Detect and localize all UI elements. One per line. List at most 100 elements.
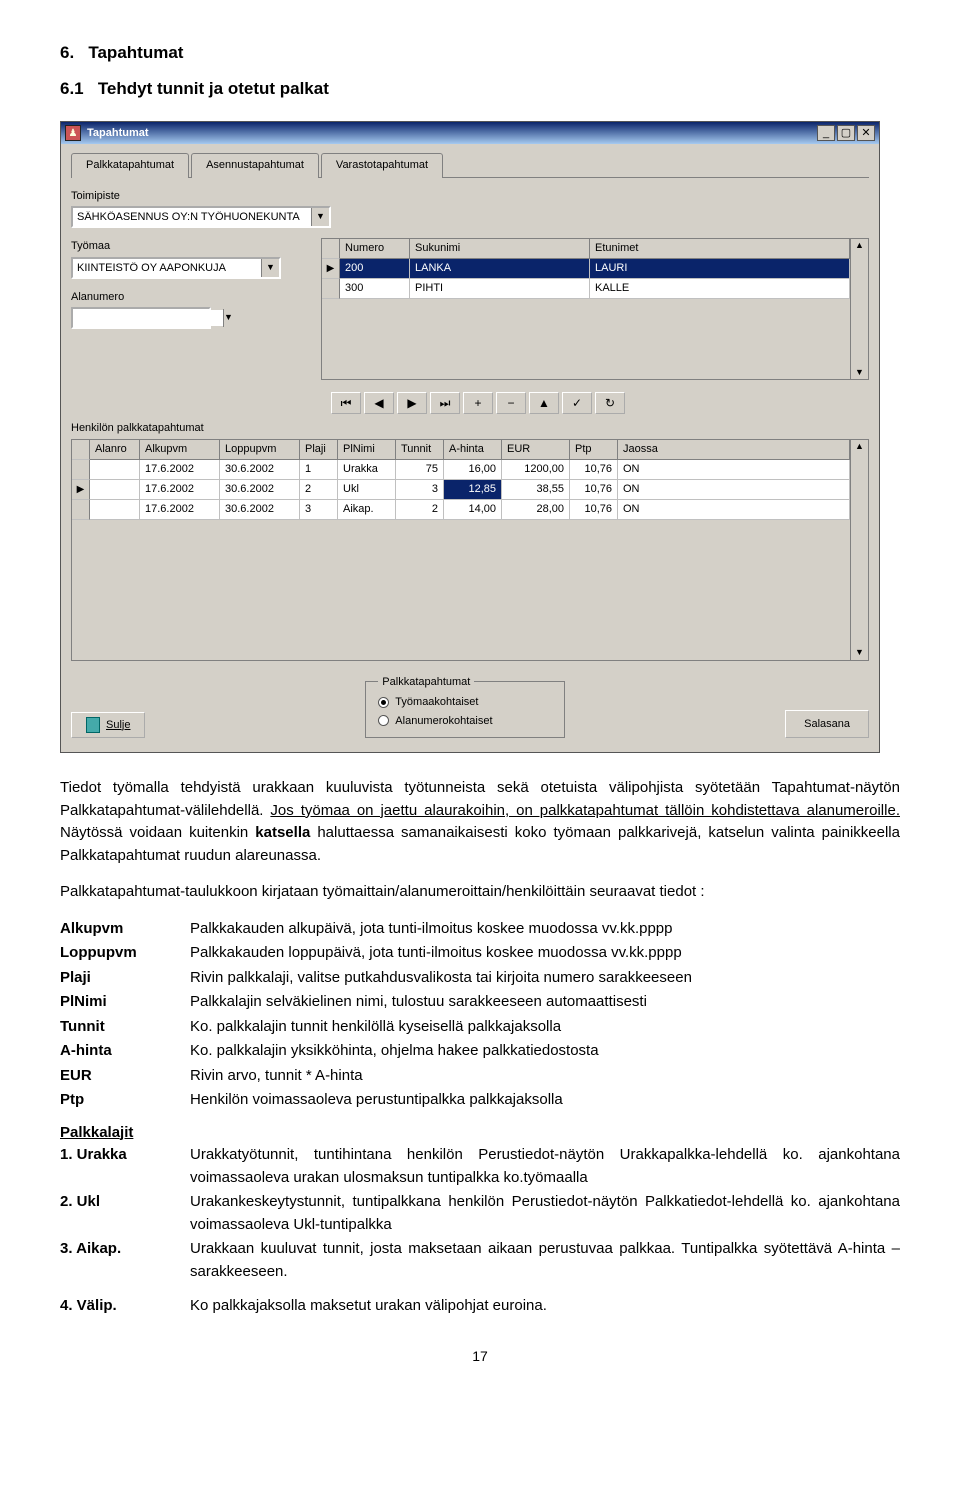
nav-last[interactable]: ⏭ xyxy=(430,392,460,414)
nav-add[interactable]: + xyxy=(463,392,493,414)
col-ahinta[interactable]: A-hinta xyxy=(444,440,502,460)
def-desc: Palkkakauden alkupäivä, jota tunti-ilmoi… xyxy=(190,918,900,941)
close-button[interactable]: ✕ xyxy=(857,125,875,141)
def-term: A-hinta xyxy=(60,1040,190,1063)
nav-confirm[interactable]: ✓ xyxy=(562,392,592,414)
def-term: Plaji xyxy=(60,967,190,990)
def-desc: Urakkaan kuuluvat tunnit, josta maksetaa… xyxy=(190,1238,900,1283)
paragraph-1: Tiedot työmalla tehdyistä urakkaan kuulu… xyxy=(60,777,900,867)
tab-asennustapahtumat[interactable]: Asennustapahtumat xyxy=(191,153,319,178)
tyomaa-label: Työmaa xyxy=(71,238,311,255)
col-plnimi[interactable]: PlNimi xyxy=(338,440,396,460)
col-eur[interactable]: EUR xyxy=(502,440,570,460)
toimipiste-label: Toimipiste xyxy=(71,188,869,205)
palkkalaji-row: 2. UklUrakankeskeytystunnit, tuntipalkka… xyxy=(60,1191,900,1236)
palkkalaji-row: 3. Aikap.Urakkaan kuuluvat tunnit, josta… xyxy=(60,1238,900,1283)
col-alanro[interactable]: Alanro xyxy=(90,440,140,460)
def-term: 2. Ukl xyxy=(60,1191,190,1236)
persons-grid: Numero Sukunimi Etunimet ▶ 200 LANKA LAU… xyxy=(321,238,869,380)
def-term: PlNimi xyxy=(60,991,190,1014)
palkkalaji-row: 1. UrakkaUrakkatyötunnit, tuntihintana h… xyxy=(60,1144,900,1189)
definition-row: PlNimiPalkkalajin selväkielinen nimi, tu… xyxy=(60,991,900,1014)
section-header: 6. Tapahtumat xyxy=(60,40,900,66)
definition-row: TunnitKo. palkkalajin tunnit henkilöllä … xyxy=(60,1016,900,1039)
def-desc: Henkilön voimassaoleva perustuntipalkka … xyxy=(190,1089,900,1112)
chevron-down-icon[interactable]: ▼ xyxy=(223,309,233,327)
def-desc: Ko. palkkalajin yksikköhinta, ohjelma ha… xyxy=(190,1040,900,1063)
toimipiste-combo[interactable]: ▼ xyxy=(71,206,331,228)
tabs: Palkkatapahtumat Asennustapahtumat Varas… xyxy=(71,152,869,178)
nav-first[interactable]: ⏮ xyxy=(331,392,361,414)
def-desc: Palkkalajin selväkielinen nimi, tulostuu… xyxy=(190,991,900,1014)
alanumero-label: Alanumero xyxy=(71,289,311,306)
col-ptp[interactable]: Ptp xyxy=(570,440,618,460)
radio-icon xyxy=(378,715,389,726)
def-term: 4. Välip. xyxy=(60,1295,190,1318)
definition-row: A-hintaKo. palkkalajin yksikköhinta, ohj… xyxy=(60,1040,900,1063)
table-row[interactable]: 17.6.2002 30.6.2002 1 Urakka 75 16,00 12… xyxy=(72,460,850,480)
col-loppupvm[interactable]: Loppupvm xyxy=(220,440,300,460)
definition-row: AlkupvmPalkkakauden alkupäivä, jota tunt… xyxy=(60,918,900,941)
chevron-down-icon[interactable]: ▼ xyxy=(261,259,279,277)
alanumero-input[interactable] xyxy=(73,310,223,326)
subsection-header: 6.1 Tehdyt tunnit ja otetut palkat xyxy=(60,76,900,102)
def-term: 3. Aikap. xyxy=(60,1238,190,1283)
editing-cell[interactable]: 12,85 xyxy=(444,480,502,500)
definition-row: PtpHenkilön voimassaoleva perustuntipalk… xyxy=(60,1089,900,1112)
def-desc: Rivin arvo, tunnit * A-hinta xyxy=(190,1065,900,1088)
col-plaji[interactable]: Plaji xyxy=(300,440,338,460)
salasana-button[interactable]: Salasana xyxy=(785,710,869,739)
def-term: Ptp xyxy=(60,1089,190,1112)
radio-tyomaakohtaiset[interactable]: Työmaakohtaiset xyxy=(378,694,552,711)
palkkalaji-row: 4. Välip.Ko palkkajaksolla maksetut urak… xyxy=(60,1295,900,1318)
scrollbar[interactable]: ▲▼ xyxy=(850,440,868,660)
def-desc: Palkkakauden loppupäivä, jota tunti-ilmo… xyxy=(190,942,900,965)
radio-icon xyxy=(378,697,389,708)
nav-prev[interactable]: ◀ xyxy=(364,392,394,414)
record-navigator: ⏮ ◀ ▶ ⏭ + − ▲ ✓ ↻ xyxy=(331,392,869,414)
palkkalajit-title: Palkkalajit xyxy=(60,1122,900,1145)
app-icon: ♟ xyxy=(65,125,81,141)
scrollbar[interactable]: ▲▼ xyxy=(850,239,868,379)
table-row[interactable]: ▶ 200 LANKA LAURI xyxy=(322,259,850,279)
nav-delete[interactable]: − xyxy=(496,392,526,414)
window-title: Tapahtumat xyxy=(87,125,149,142)
table-row[interactable]: 300 PIHTI KALLE xyxy=(322,279,850,299)
col-tunnit[interactable]: Tunnit xyxy=(396,440,444,460)
nav-refresh[interactable]: ↻ xyxy=(595,392,625,414)
definition-row: PlajiRivin palkkalaji, valitse putkahdus… xyxy=(60,967,900,990)
def-term: Alkupvm xyxy=(60,918,190,941)
nav-edit[interactable]: ▲ xyxy=(529,392,559,414)
col-sukunimi[interactable]: Sukunimi xyxy=(410,239,590,259)
def-desc: Ko palkkajaksolla maksetut urakan välipo… xyxy=(190,1295,900,1318)
tab-varastotapahtumat[interactable]: Varastotapahtumat xyxy=(321,153,443,178)
def-desc: Ko. palkkalajin tunnit henkilöllä kyseis… xyxy=(190,1016,900,1039)
detail-grid: Alanro Alkupvm Loppupvm Plaji PlNimi Tun… xyxy=(71,439,869,661)
maximize-button[interactable]: ▢ xyxy=(837,125,855,141)
table-row[interactable]: ▶ 17.6.2002 30.6.2002 2 Ukl 3 12,85 38,5… xyxy=(72,480,850,500)
toimipiste-input[interactable] xyxy=(73,209,311,225)
palkkalajit-list: 1. UrakkaUrakkatyötunnit, tuntihintana h… xyxy=(60,1144,900,1318)
nav-next[interactable]: ▶ xyxy=(397,392,427,414)
page-number: 17 xyxy=(60,1346,900,1367)
tab-palkkatapahtumat[interactable]: Palkkatapahtumat xyxy=(71,153,189,178)
col-alkupvm[interactable]: Alkupvm xyxy=(140,440,220,460)
radio-alanumerokohtaiset[interactable]: Alanumerokohtaiset xyxy=(378,713,552,730)
table-row[interactable]: 17.6.2002 30.6.2002 3 Aikap. 2 14,00 28,… xyxy=(72,500,850,520)
col-etunimet[interactable]: Etunimet xyxy=(590,239,850,259)
alanumero-combo[interactable]: ▼ xyxy=(71,307,211,329)
tyomaa-input[interactable] xyxy=(73,260,261,276)
def-term: 1. Urakka xyxy=(60,1144,190,1189)
titlebar: ♟ Tapahtumat _ ▢ ✕ xyxy=(61,122,879,144)
tyomaa-combo[interactable]: ▼ xyxy=(71,257,281,279)
radio-group-title: Palkkatapahtumat xyxy=(378,674,474,691)
minimize-button[interactable]: _ xyxy=(817,125,835,141)
chevron-down-icon[interactable]: ▼ xyxy=(311,208,329,226)
sulje-button[interactable]: Sulje xyxy=(71,712,145,739)
definition-row: LoppupvmPalkkakauden loppupäivä, jota tu… xyxy=(60,942,900,965)
col-numero[interactable]: Numero xyxy=(340,239,410,259)
door-icon xyxy=(86,717,100,733)
def-term: Tunnit xyxy=(60,1016,190,1039)
detail-label: Henkilön palkkatapahtumat xyxy=(71,420,869,437)
col-jaossa[interactable]: Jaossa xyxy=(618,440,850,460)
